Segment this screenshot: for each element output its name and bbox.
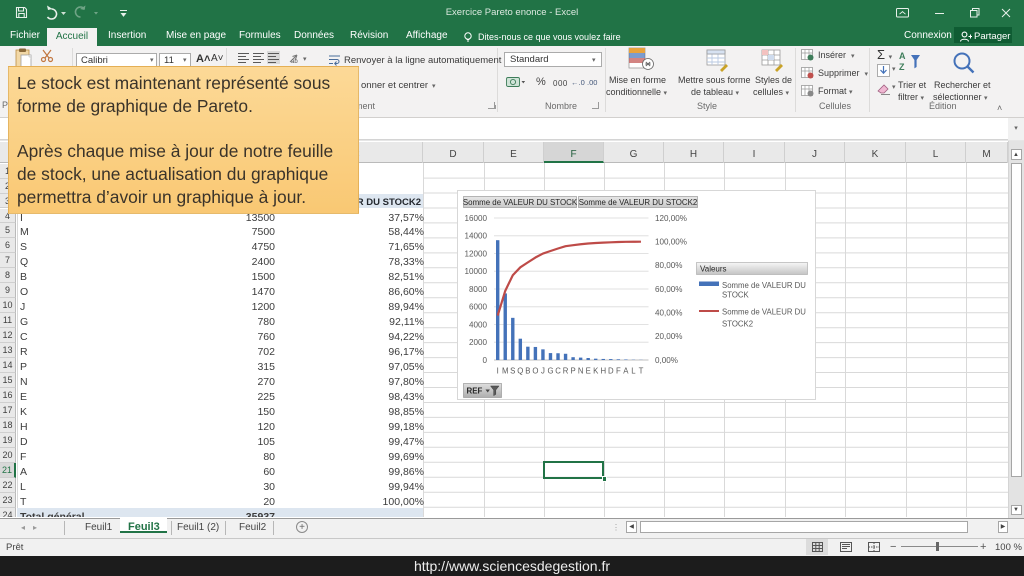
svg-text:0,00%: 0,00% bbox=[655, 356, 678, 365]
svg-text:Somme de VALEUR DU: Somme de VALEUR DU bbox=[722, 281, 806, 290]
svg-text:A: A bbox=[623, 367, 629, 376]
svg-text:I: I bbox=[497, 367, 499, 376]
svg-text:Q: Q bbox=[517, 367, 523, 376]
svg-text:P: P bbox=[570, 367, 575, 376]
svg-text:N: N bbox=[578, 367, 584, 376]
svg-text:14000: 14000 bbox=[464, 232, 487, 241]
svg-text:40,00%: 40,00% bbox=[655, 309, 682, 318]
svg-text:4000: 4000 bbox=[469, 320, 488, 329]
svg-text:Somme de VALEUR DU: Somme de VALEUR DU bbox=[722, 308, 806, 317]
svg-text:8000: 8000 bbox=[469, 285, 488, 294]
svg-text:G: G bbox=[547, 367, 553, 376]
svg-text:80,00%: 80,00% bbox=[655, 261, 682, 270]
svg-text:60,00%: 60,00% bbox=[655, 285, 682, 294]
svg-text:100,00%: 100,00% bbox=[655, 238, 687, 247]
svg-text:Valeurs: Valeurs bbox=[700, 265, 727, 274]
svg-text:16000: 16000 bbox=[464, 214, 487, 223]
svg-text:T: T bbox=[639, 367, 644, 376]
svg-text:S: S bbox=[510, 367, 515, 376]
svg-text:REF: REF bbox=[467, 387, 483, 396]
svg-text:H: H bbox=[600, 367, 606, 376]
svg-text:F: F bbox=[616, 367, 621, 376]
svg-text:O: O bbox=[532, 367, 538, 376]
svg-text:C: C bbox=[555, 367, 561, 376]
svg-text:0: 0 bbox=[482, 356, 487, 365]
svg-text:Somme de VALEUR DU STOCK: Somme de VALEUR DU STOCK bbox=[463, 198, 578, 207]
svg-text:STOCK: STOCK bbox=[722, 291, 750, 300]
svg-text:Z: Z bbox=[899, 62, 905, 72]
svg-text:A: A bbox=[899, 51, 906, 61]
svg-text:L: L bbox=[631, 367, 636, 376]
svg-text:E: E bbox=[586, 367, 591, 376]
svg-text:10000: 10000 bbox=[464, 267, 487, 276]
svg-text:120,00%: 120,00% bbox=[655, 214, 687, 223]
svg-text:2000: 2000 bbox=[469, 338, 488, 347]
svg-text:M: M bbox=[502, 367, 509, 376]
svg-text:J: J bbox=[541, 367, 545, 376]
svg-text:K: K bbox=[593, 367, 599, 376]
svg-text:STOCK2: STOCK2 bbox=[722, 320, 753, 329]
svg-text:ab: ab bbox=[291, 59, 298, 64]
svg-text:6000: 6000 bbox=[469, 303, 488, 312]
svg-text:Somme de VALEUR DU STOCK2: Somme de VALEUR DU STOCK2 bbox=[579, 198, 698, 207]
svg-text:R: R bbox=[563, 367, 569, 376]
svg-text:D: D bbox=[608, 367, 614, 376]
svg-text:12000: 12000 bbox=[464, 249, 487, 258]
svg-text:20,00%: 20,00% bbox=[655, 332, 682, 341]
svg-text:B: B bbox=[525, 367, 530, 376]
